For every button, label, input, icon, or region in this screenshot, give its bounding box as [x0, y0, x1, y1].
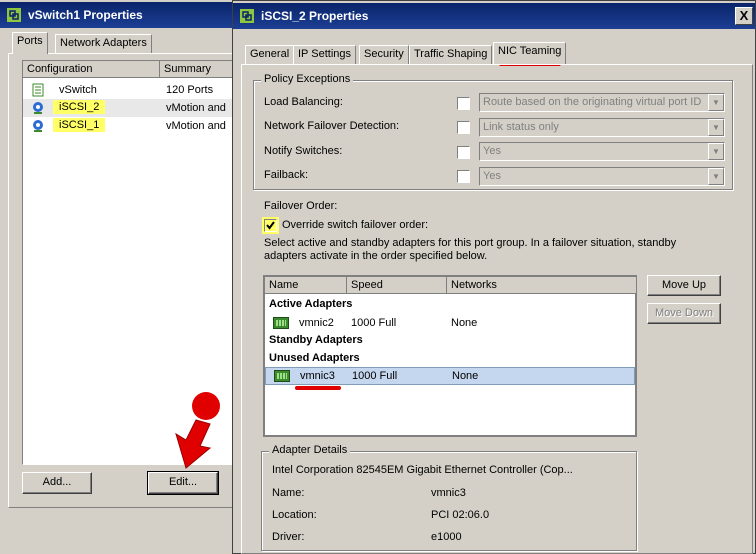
list-item-iscsi-1[interactable]: iSCSI_1 vMotion and: [23, 117, 235, 135]
tab-traffic-shaping[interactable]: Traffic Shaping: [409, 45, 493, 64]
list-item-iscsi-2[interactable]: iSCSI_2 vMotion and: [23, 99, 235, 117]
list-item-label: iSCSI_1: [53, 118, 106, 132]
tab-ip-settings[interactable]: IP Settings: [293, 45, 356, 64]
list-item-label: vSwitch: [59, 84, 97, 96]
notify-switches-checkbox[interactable]: [457, 146, 470, 159]
adapter-location-value: PCI 02:06.0: [431, 509, 490, 521]
vmnic3-annotation: [295, 386, 341, 390]
failover-description-line2: adapters activate in the order specified…: [264, 250, 488, 262]
column-header-configuration[interactable]: Configuration: [23, 61, 160, 78]
column-header-summary[interactable]: Summary: [160, 61, 235, 78]
notify-switches-value: Yes: [483, 145, 501, 157]
load-balancing-select[interactable]: Route based on the originating virtual p…: [479, 93, 725, 112]
tab-network-adapters[interactable]: Network Adapters: [55, 34, 152, 53]
red-pointer-annotation: [175, 392, 220, 469]
adapter-description: Intel Corporation 82545EM Gigabit Ethern…: [272, 464, 573, 476]
failover-description-line1: Select active and standby adapters for t…: [264, 237, 677, 249]
adapter-speed: 1000 Full: [352, 370, 398, 382]
list-item-label: iSCSI_2: [53, 100, 106, 114]
failover-detection-value: Link status only: [483, 121, 559, 133]
tab-nic-teaming[interactable]: NIC Teaming: [493, 42, 567, 64]
failover-detection-label: Network Failover Detection:: [264, 120, 400, 132]
move-up-button[interactable]: Move Up: [647, 275, 721, 296]
chevron-down-icon[interactable]: ▼: [708, 168, 724, 185]
adapter-name-label: Name:: [272, 487, 305, 499]
list-item-summary: vMotion and: [166, 120, 226, 132]
edit-button[interactable]: Edit...: [147, 471, 219, 495]
chevron-down-icon[interactable]: ▼: [708, 94, 724, 111]
left-window: vSwitch1 Properties Ports Network Adapte…: [0, 0, 238, 554]
vsphere-logo-icon: [7, 8, 21, 22]
adapter-name: vmnic3: [300, 370, 335, 382]
adapter-name: vmnic2: [299, 317, 334, 329]
failback-label: Failback:: [264, 169, 309, 181]
column-header-speed[interactable]: Speed: [347, 277, 447, 294]
failover-order-label: Failover Order:: [264, 200, 338, 212]
column-header-networks[interactable]: Networks: [447, 277, 637, 294]
load-balancing-label: Load Balancing:: [264, 96, 343, 108]
policy-exceptions-label: Policy Exceptions: [261, 73, 354, 85]
port-group-icon: [33, 120, 43, 132]
table-row-vmnic2[interactable]: vmnic2 1000 Full None: [265, 313, 635, 331]
check-icon: [266, 221, 275, 230]
nic-icon: [274, 370, 290, 382]
right-window-titlebar[interactable]: iSCSI_2 Properties X: [233, 3, 755, 29]
failover-detection-select[interactable]: Link status only ▼: [479, 118, 725, 137]
close-button[interactable]: X: [735, 7, 753, 25]
left-window-title: vSwitch1 Properties: [28, 8, 143, 22]
override-failover-label: Override switch failover order:: [282, 219, 429, 231]
adapter-order-table[interactable]: Name Speed Networks Active Adapters vmni…: [263, 275, 637, 437]
adapter-driver-value: e1000: [431, 531, 462, 543]
right-window-title: iSCSI_2 Properties: [261, 9, 369, 23]
list-item-summary: 120 Ports: [166, 84, 214, 96]
adapter-driver-label: Driver:: [272, 531, 305, 543]
chevron-down-icon[interactable]: ▼: [708, 119, 724, 136]
tab-security[interactable]: Security: [359, 45, 409, 64]
tab-general[interactable]: General: [245, 45, 295, 64]
move-down-button[interactable]: Move Down: [647, 303, 721, 324]
vsphere-logo-icon: [240, 9, 254, 23]
list-item-summary: vMotion and: [166, 102, 226, 114]
active-adapters-header: Active Adapters: [269, 298, 353, 310]
adapter-networks: None: [451, 317, 478, 329]
failover-detection-checkbox[interactable]: [457, 121, 470, 134]
load-balancing-value: Route based on the originating virtual p…: [483, 96, 702, 108]
left-window-titlebar[interactable]: vSwitch1 Properties: [0, 2, 234, 28]
adapter-name-value: vmnic3: [431, 487, 466, 499]
adapter-details-label: Adapter Details: [269, 444, 351, 456]
standby-adapters-header: Standby Adapters: [269, 334, 363, 346]
table-row-vmnic3[interactable]: vmnic3 1000 Full None: [265, 367, 635, 385]
unused-adapters-header: Unused Adapters: [269, 352, 360, 364]
vswitch-icon: [32, 83, 44, 97]
failback-value: Yes: [483, 170, 501, 182]
adapter-networks: None: [452, 370, 479, 382]
column-header-name[interactable]: Name: [265, 277, 347, 294]
nic-icon: [273, 317, 289, 329]
load-balancing-checkbox[interactable]: [457, 97, 470, 110]
add-button[interactable]: Add...: [22, 472, 92, 494]
adapter-speed: 1000 Full: [351, 317, 397, 329]
notify-switches-label: Notify Switches:: [264, 145, 343, 157]
tab-ports[interactable]: Ports: [12, 32, 48, 54]
right-window: iSCSI_2 Properties X General IP Settings…: [232, 0, 756, 554]
override-failover-checkbox[interactable]: [262, 217, 279, 234]
failback-checkbox[interactable]: [457, 170, 470, 183]
adapter-location-label: Location:: [272, 509, 317, 521]
port-group-icon: [33, 102, 43, 114]
chevron-down-icon[interactable]: ▼: [708, 143, 724, 160]
failback-select[interactable]: Yes ▼: [479, 167, 725, 186]
notify-switches-select[interactable]: Yes ▼: [479, 142, 725, 161]
list-item-vswitch[interactable]: vSwitch 120 Ports: [23, 81, 235, 99]
